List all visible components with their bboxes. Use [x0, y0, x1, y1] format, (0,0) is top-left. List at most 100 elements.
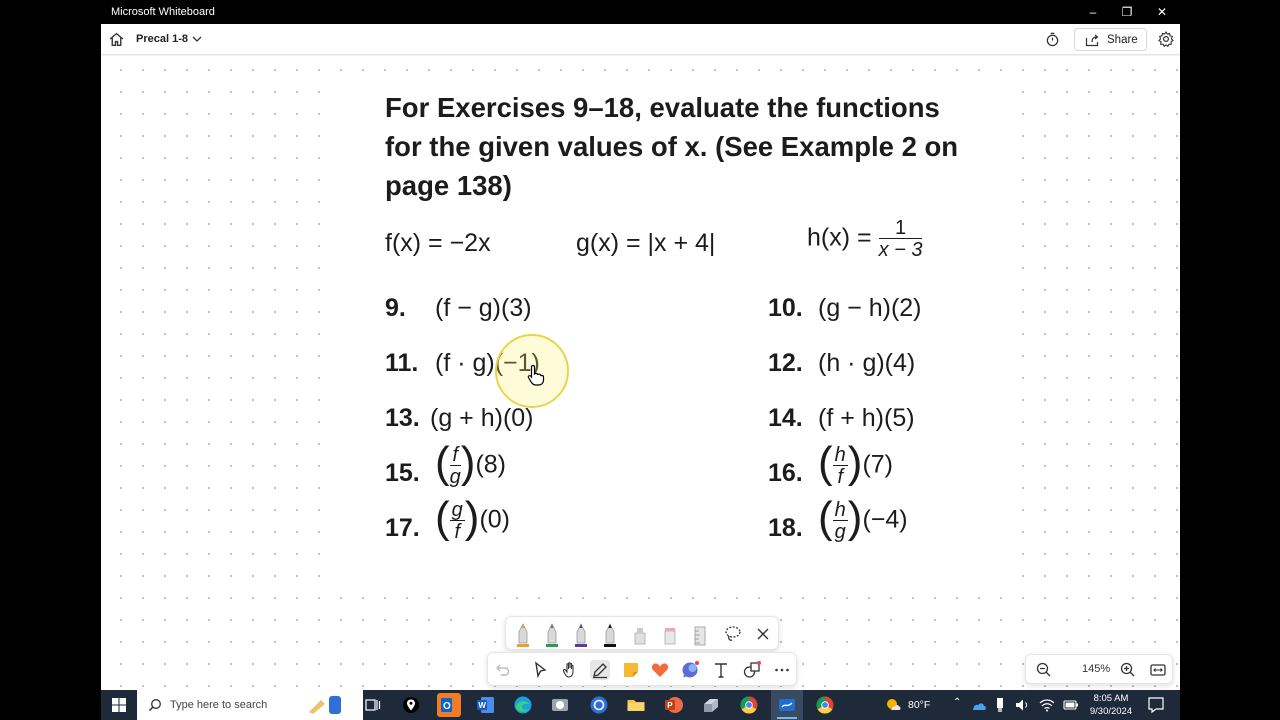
onedrive-cloud-icon[interactable] [971, 699, 987, 711]
exercise-number: 13. [385, 404, 420, 432]
exercise-number: 12. [768, 349, 803, 377]
zoom-in-icon[interactable] [1118, 660, 1138, 680]
company-portal-icon[interactable] [589, 695, 609, 715]
active-indicator [777, 717, 797, 719]
share-button[interactable]: Share [1074, 28, 1147, 51]
heading-line-3: page 138) [385, 170, 512, 201]
pen-black-icon[interactable] [602, 622, 618, 648]
function-h-numerator: 1 [878, 218, 923, 239]
highlighter-icon[interactable] [632, 622, 648, 648]
function-h-fraction: 1x − 3 [878, 218, 923, 260]
function-h-prefix: h(x) = [807, 223, 872, 252]
settings-gear-icon[interactable] [1158, 31, 1174, 47]
exercise-argument: (7) [862, 450, 893, 479]
notifications-icon[interactable] [1147, 696, 1165, 714]
exercise-expression: (g + h)(0) [430, 404, 534, 432]
fraction-numerator: h [832, 499, 848, 521]
clock-time: 8:05 AM [1093, 693, 1129, 704]
maps-pin-icon[interactable] [401, 695, 421, 715]
lasso-select-icon[interactable] [723, 624, 743, 644]
powerpoint-icon[interactable]: P [664, 695, 684, 715]
board-name[interactable]: Precal 1-8 [136, 33, 188, 45]
close-window-button[interactable]: ✕ [1148, 2, 1176, 22]
exercise-number: 10. [768, 294, 803, 322]
pen-green-icon[interactable] [544, 622, 560, 648]
whiteboard-app-icon [779, 699, 795, 711]
show-hidden-icons-chevron-icon[interactable]: ⌃ [953, 697, 961, 708]
ruler-icon[interactable] [692, 622, 708, 648]
exercise-argument: (8) [475, 450, 506, 479]
hand-cursor-icon [527, 364, 545, 386]
shapes-icon[interactable] [742, 660, 762, 680]
exercise-expression: (h · g)(4) [818, 349, 916, 377]
exercise-image[interactable]: For Exercises 9–18, evaluate the functio… [337, 74, 1017, 584]
file-explorer-icon[interactable] [626, 695, 646, 715]
pen-purple-icon[interactable] [573, 622, 589, 648]
function-h: h(x) = 1x − 3 [807, 218, 923, 260]
fraction-denominator: g [834, 521, 846, 543]
close-tray-icon[interactable] [753, 624, 773, 644]
snipping-tool-icon[interactable] [550, 695, 570, 715]
edge-icon[interactable] [513, 695, 533, 715]
system-clock[interactable]: 8:05 AM 9/30/2024 [1081, 692, 1141, 718]
fit-to-screen-icon[interactable] [1148, 660, 1168, 680]
wifi-icon[interactable] [1039, 697, 1055, 713]
text-tool-icon[interactable] [711, 660, 731, 680]
taskbar-search-box[interactable]: Type here to search [137, 690, 363, 720]
exercise-number: 17. [385, 514, 420, 542]
home-icon[interactable] [108, 31, 125, 48]
reactions-heart-icon[interactable] [650, 660, 670, 680]
usb-device-icon[interactable] [995, 697, 1005, 713]
ink-pen-icon[interactable] [590, 660, 610, 680]
battery-icon[interactable] [1063, 699, 1079, 711]
copilot-chat-icon[interactable] [680, 660, 700, 680]
exercise-number: 18. [768, 514, 803, 542]
whiteboard-taskbar-active[interactable] [771, 690, 803, 720]
weather-icon[interactable] [884, 696, 902, 714]
more-options-icon[interactable] [772, 660, 792, 680]
zoom-out-icon[interactable] [1034, 660, 1054, 680]
minimize-button[interactable]: – [1079, 2, 1107, 22]
fraction-numerator: h [832, 444, 848, 466]
window-title: Microsoft Whiteboard [111, 6, 215, 18]
whiteboard-canvas[interactable]: For Exercises 9–18, evaluate the functio… [101, 56, 1180, 690]
exercise-number: 11. [385, 349, 419, 377]
fraction-numerator: f [449, 445, 461, 466]
timer-icon[interactable] [1045, 32, 1060, 47]
main-toolbar [487, 652, 797, 686]
windows-start-icon[interactable] [111, 697, 127, 713]
task-view-icon[interactable] [363, 695, 383, 715]
chevron-down-icon[interactable] [191, 33, 203, 45]
fraction-denominator: f [837, 466, 843, 488]
fraction-denominator: g [449, 466, 461, 488]
svg-text:W: W [478, 701, 486, 710]
outlook-icon[interactable]: O [437, 693, 461, 717]
chrome-icon[interactable] [739, 695, 759, 715]
pan-hand-icon[interactable] [560, 660, 580, 680]
volume-icon[interactable] [1015, 698, 1031, 712]
sticky-note-icon[interactable] [621, 660, 641, 680]
exercise-expression: (h g)(−4) [818, 493, 908, 543]
zoom-controls: 145% [1025, 654, 1173, 684]
heading-line-1: For Exercises 9–18, evaluate the functio… [385, 92, 940, 123]
exercise-number: 16. [768, 459, 803, 487]
exercise-number: 14. [768, 404, 803, 432]
eraser-icon[interactable] [662, 622, 678, 648]
chrome-profile-icon[interactable] [815, 695, 835, 715]
word-icon[interactable]: W [476, 695, 496, 715]
search-icon [148, 699, 161, 712]
select-arrow-icon[interactable] [530, 660, 550, 680]
exercise-number: 9. [385, 294, 406, 322]
search-placeholder: Type here to search [170, 699, 268, 711]
pen-orange-icon[interactable] [515, 622, 531, 648]
weather-temperature[interactable]: 80°F [908, 699, 930, 711]
app-header: Precal 1-8 Share [101, 24, 1180, 55]
restore-button[interactable]: ❐ [1113, 2, 1141, 22]
search-highlight-icon [309, 696, 341, 714]
printer-app-icon[interactable] [701, 695, 721, 715]
title-bar: Microsoft Whiteboard – ❐ ✕ [101, 0, 1180, 24]
share-icon [1085, 34, 1099, 47]
undo-icon[interactable] [492, 660, 512, 680]
svg-text:P: P [667, 701, 673, 710]
zoom-level[interactable]: 145% [1082, 663, 1110, 675]
